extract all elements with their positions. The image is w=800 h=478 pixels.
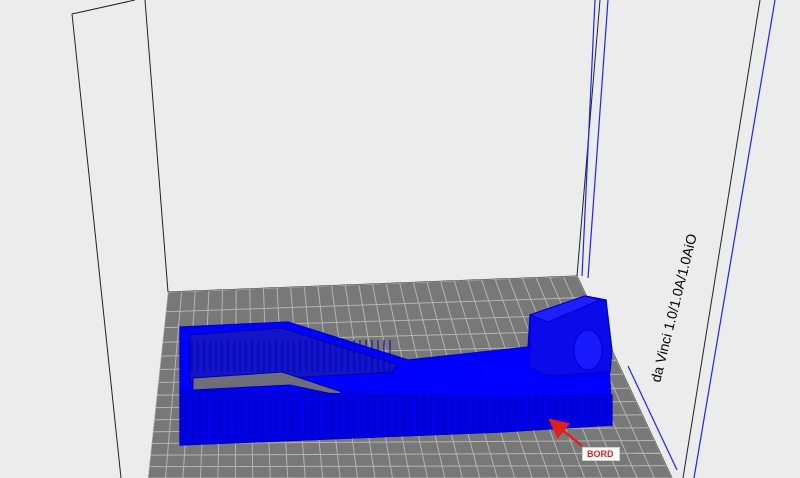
print-scene[interactable]: da Vinci 1.0/1.0A/1.0AiO [0,0,800,478]
bord-label: BORD [582,447,620,461]
3d-viewport[interactable]: da Vinci 1.0/1.0A/1.0AiO BORD [0,0,800,478]
printer-name-label: da Vinci 1.0/1.0A/1.0AiO [647,232,699,384]
